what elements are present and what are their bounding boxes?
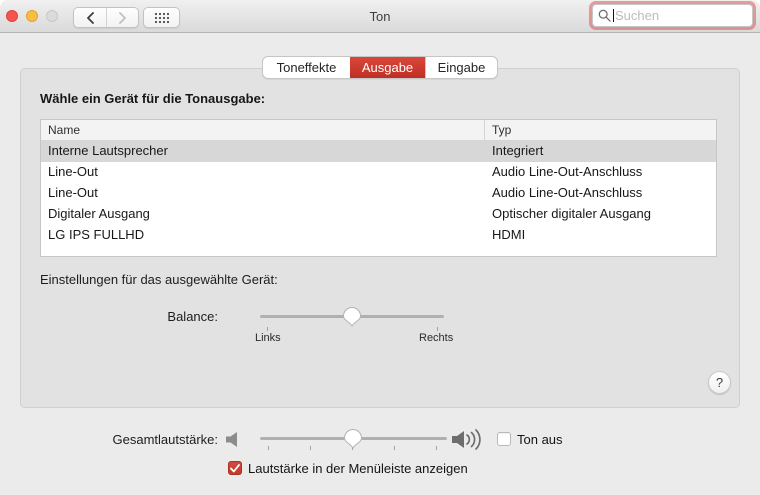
forward-button[interactable] <box>106 8 138 27</box>
search-icon <box>598 9 611 22</box>
show-volume-in-menubar-checkbox[interactable] <box>228 461 242 475</box>
column-header-name[interactable]: Name <box>41 120 485 140</box>
table-row-interne-lautsprecher[interactable]: Interne Lautsprecher Integriert <box>41 141 716 162</box>
mute-label: Ton aus <box>517 432 563 447</box>
sound-preferences-window: Ton Suchen Toneffekte Ausgabe Eingabe Wä… <box>0 0 760 495</box>
volume-tick-5 <box>436 446 437 450</box>
balance-tick-left <box>267 327 268 331</box>
table-row-line-out-1[interactable]: Line-Out Audio Line-Out-Anschluss <box>41 162 716 183</box>
tab-ausgabe[interactable]: Ausgabe <box>350 57 425 78</box>
zoom-button-disabled <box>46 10 58 22</box>
back-button[interactable] <box>74 8 106 27</box>
volume-tick-4 <box>394 446 395 450</box>
tab-bar: Toneffekte Ausgabe Eingabe <box>262 56 498 79</box>
show-volume-in-menubar-label: Lautstärke in der Menüleiste anzeigen <box>248 461 468 476</box>
balance-left-label: Links <box>255 332 281 344</box>
help-button[interactable]: ? <box>708 371 731 394</box>
device-table: Name Typ Interne Lautsprecher Integriert… <box>40 119 717 257</box>
balance-right-label: Rechts <box>419 332 454 344</box>
mute-checkbox[interactable] <box>497 432 511 446</box>
balance-tick-right <box>437 327 438 331</box>
table-row-digitaler-ausgang[interactable]: Digitaler Ausgang Optischer digitaler Au… <box>41 204 716 225</box>
balance-label: Balance: <box>167 309 218 324</box>
chevron-left-icon <box>86 11 94 24</box>
output-device-heading: Wähle ein Gerät für die Tonausgabe: <box>40 91 266 106</box>
show-all-button[interactable] <box>143 7 180 28</box>
close-button[interactable] <box>6 10 18 22</box>
search-placeholder: Suchen <box>615 8 660 23</box>
balance-slider-thumb[interactable] <box>342 307 362 327</box>
column-header-typ[interactable]: Typ <box>485 120 716 140</box>
speaker-high-icon <box>452 429 481 450</box>
speaker-low-icon <box>226 432 237 447</box>
checkmark-icon <box>230 463 240 472</box>
volume-tick-2 <box>310 446 311 450</box>
search-input[interactable]: Suchen <box>592 4 753 27</box>
volume-slider-thumb[interactable] <box>343 429 363 449</box>
chevron-right-icon <box>119 11 126 24</box>
settings-heading: Einstellungen für das ausgewählte Gerät: <box>40 272 278 287</box>
table-row-lg-ips-fullhd[interactable]: LG IPS FULLHD HDMI <box>41 225 716 246</box>
text-cursor <box>613 9 614 22</box>
tab-toneffekte[interactable]: Toneffekte <box>263 57 350 78</box>
volume-tick-1 <box>268 446 269 450</box>
nav-button-group <box>73 7 139 28</box>
tab-eingabe[interactable]: Eingabe <box>425 57 497 78</box>
master-volume-label: Gesamtlautstärke: <box>112 432 219 447</box>
minimize-button[interactable] <box>26 10 38 22</box>
title-bar: Ton Suchen <box>0 0 760 33</box>
table-row-line-out-2[interactable]: Line-Out Audio Line-Out-Anschluss <box>41 183 716 204</box>
table-header: Name Typ <box>41 120 716 141</box>
grid-of-dots-icon <box>154 12 169 23</box>
